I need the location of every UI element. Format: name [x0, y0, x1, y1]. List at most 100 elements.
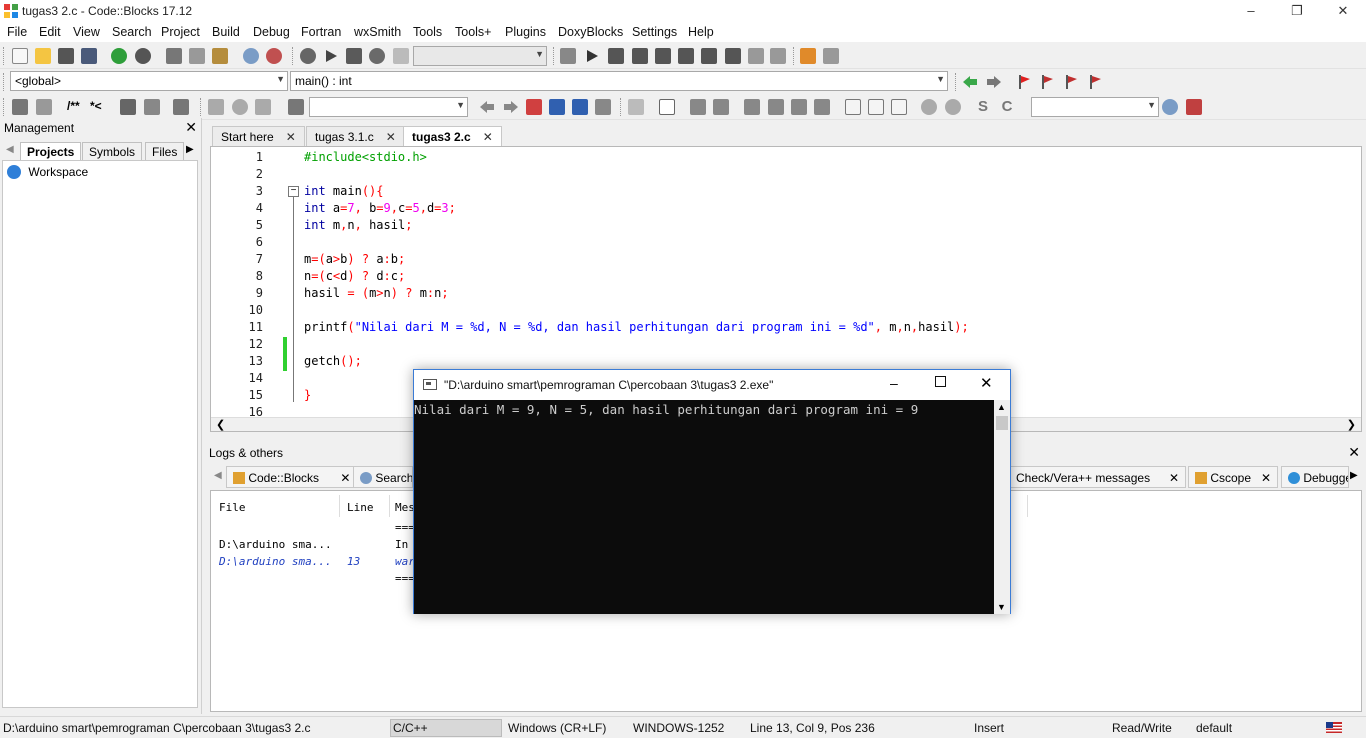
jump-back-icon[interactable] [962, 74, 978, 90]
minimize-button[interactable]: – [890, 375, 898, 391]
menu-fortran[interactable]: Fortran [301, 25, 341, 39]
console-title-bar[interactable]: "D:\arduino smart\pemrograman C\percobaa… [414, 370, 1010, 400]
save-icon[interactable] [58, 48, 74, 64]
menu-build[interactable]: Build [212, 25, 240, 39]
tab-files[interactable]: Files [145, 142, 185, 160]
close-button[interactable]: ✕ [1320, 0, 1366, 22]
close-icon[interactable]: ✕ [483, 130, 493, 144]
column-header-line[interactable]: Line [347, 501, 374, 514]
close-icon[interactable]: ✕ [386, 130, 396, 144]
tab-symbols[interactable]: Symbols [82, 142, 143, 160]
close-icon[interactable]: ✕ [1348, 444, 1360, 461]
find-next-icon[interactable] [503, 99, 519, 115]
menu-tools[interactable]: Tools [413, 25, 442, 39]
menu-toolsplus[interactable]: Tools+ [455, 25, 491, 39]
code-line[interactable]: int main(){ [304, 184, 384, 198]
cut-icon[interactable] [166, 48, 182, 64]
run-chm-icon[interactable] [144, 99, 160, 115]
line-comment-button[interactable]: *< [90, 99, 102, 113]
scroll-up-icon[interactable]: ▲ [997, 402, 1006, 412]
copy-icon[interactable] [189, 48, 205, 64]
goto-next-icon[interactable] [255, 99, 271, 115]
toggle-bookmark-icon[interactable] [1016, 74, 1032, 90]
wx-sizer2-icon[interactable] [868, 99, 884, 115]
build-and-run-icon[interactable] [346, 48, 362, 64]
clear-bookmarks-icon[interactable] [1087, 74, 1103, 90]
compiler-icon[interactable] [560, 48, 576, 64]
build-target-select[interactable]: ▼ [413, 46, 547, 66]
tab-codeblocks-log[interactable]: Code::Blocks ✕ [226, 466, 358, 488]
new-file-icon[interactable] [12, 48, 28, 64]
close-icon[interactable]: ✕ [1261, 471, 1271, 485]
toolbar-grip[interactable] [620, 98, 623, 116]
tab-search-results[interactable]: Search [353, 466, 413, 488]
tab-scroll-left-icon[interactable]: ◀ [214, 470, 222, 481]
column-header-file[interactable]: File [219, 501, 246, 514]
debug-info-icon[interactable] [823, 48, 839, 64]
close-icon[interactable]: ✕ [185, 119, 197, 136]
scroll-thumb[interactable] [996, 416, 1008, 430]
code-line[interactable]: } [304, 388, 311, 402]
symbol-search-select[interactable]: ▼ [1031, 97, 1159, 117]
wx-statictext-icon[interactable] [768, 99, 784, 115]
wx-checkbox-icon[interactable] [814, 99, 830, 115]
code-line[interactable]: hasil = (m>n) ? m:n; [304, 286, 449, 300]
paste-icon[interactable] [212, 48, 228, 64]
next-bookmark-icon[interactable] [1063, 74, 1079, 90]
regex-icon[interactable] [595, 99, 611, 115]
tab-scroll-left-icon[interactable]: ◀ [6, 144, 14, 155]
step-out-icon[interactable] [701, 48, 717, 64]
wx-panel-icon[interactable] [659, 99, 675, 115]
tab-tugas3-2[interactable]: tugas3 2.c ✕ [403, 126, 502, 146]
find-prev-icon[interactable] [479, 99, 495, 115]
wx-image-icon[interactable] [690, 99, 706, 115]
code-line[interactable]: int m,n, hasil; [304, 218, 412, 232]
symbol-c-icon[interactable]: C [999, 99, 1015, 115]
scope-select[interactable]: <global> ▼ [10, 71, 288, 91]
step-into-icon[interactable] [678, 48, 694, 64]
fold-marker-icon[interactable]: − [288, 186, 299, 197]
next-line-icon[interactable] [632, 48, 648, 64]
wx-sizer1-icon[interactable] [845, 99, 861, 115]
zoom-out-icon[interactable] [945, 99, 961, 115]
next-instruction-icon[interactable] [655, 48, 671, 64]
tab-tugas-3-1[interactable]: tugas 3.1.c ✕ [306, 126, 405, 146]
doxywizard-icon[interactable] [12, 99, 28, 115]
console-output-area[interactable]: Nilai dari M = 9, N = 5, dan hasil perhi… [414, 400, 994, 614]
prev-bookmark-icon[interactable] [1039, 74, 1055, 90]
config-wrench-icon[interactable] [173, 99, 189, 115]
menu-plugins[interactable]: Plugins [505, 25, 546, 39]
column-header-message[interactable]: Mes [395, 501, 415, 514]
menu-project[interactable]: Project [161, 25, 200, 39]
menu-debug[interactable]: Debug [253, 25, 290, 39]
console-window[interactable]: "D:\arduino smart\pemrograman C\percobaa… [413, 369, 1011, 614]
toolbar-grip[interactable] [3, 47, 6, 65]
wx-sizer3-icon[interactable] [891, 99, 907, 115]
code-line[interactable]: n=(c<d) ? d:c; [304, 269, 405, 283]
scroll-left-icon[interactable]: ❮ [216, 418, 225, 431]
goto-prev-icon[interactable] [208, 99, 224, 115]
abort-icon[interactable] [393, 48, 409, 64]
menu-help[interactable]: Help [688, 25, 714, 39]
menu-file[interactable]: File [7, 25, 27, 39]
tab-debugger[interactable]: Debugge [1281, 466, 1349, 488]
code-line[interactable]: #include<stdio.h> [304, 150, 427, 164]
run-html-icon[interactable] [120, 99, 136, 115]
code-line[interactable]: getch(); [304, 354, 362, 368]
close-button[interactable]: ✕ [980, 374, 993, 392]
highlight-icon[interactable] [526, 99, 542, 115]
wx-button-icon[interactable] [713, 99, 729, 115]
wx-choice-icon[interactable] [791, 99, 807, 115]
wx-textctrl-icon[interactable] [744, 99, 760, 115]
jump-forward-icon[interactable] [986, 74, 1002, 90]
workspace-tree-item[interactable]: Workspace [7, 165, 88, 179]
debug-run-icon[interactable] [584, 48, 600, 64]
tab-projects[interactable]: Projects [20, 142, 82, 160]
symbol-s-icon[interactable]: S [975, 99, 991, 115]
save-all-icon[interactable] [81, 48, 97, 64]
code-line[interactable]: int a=7, b=9,c=5,d=3; [304, 201, 456, 215]
menu-doxyblocks[interactable]: DoxyBlocks [558, 25, 623, 39]
tab-cppcheck[interactable]: Check/Vera++ messages ✕ [1010, 466, 1186, 488]
zoom-in-icon[interactable] [921, 99, 937, 115]
pause-icon[interactable] [748, 48, 764, 64]
